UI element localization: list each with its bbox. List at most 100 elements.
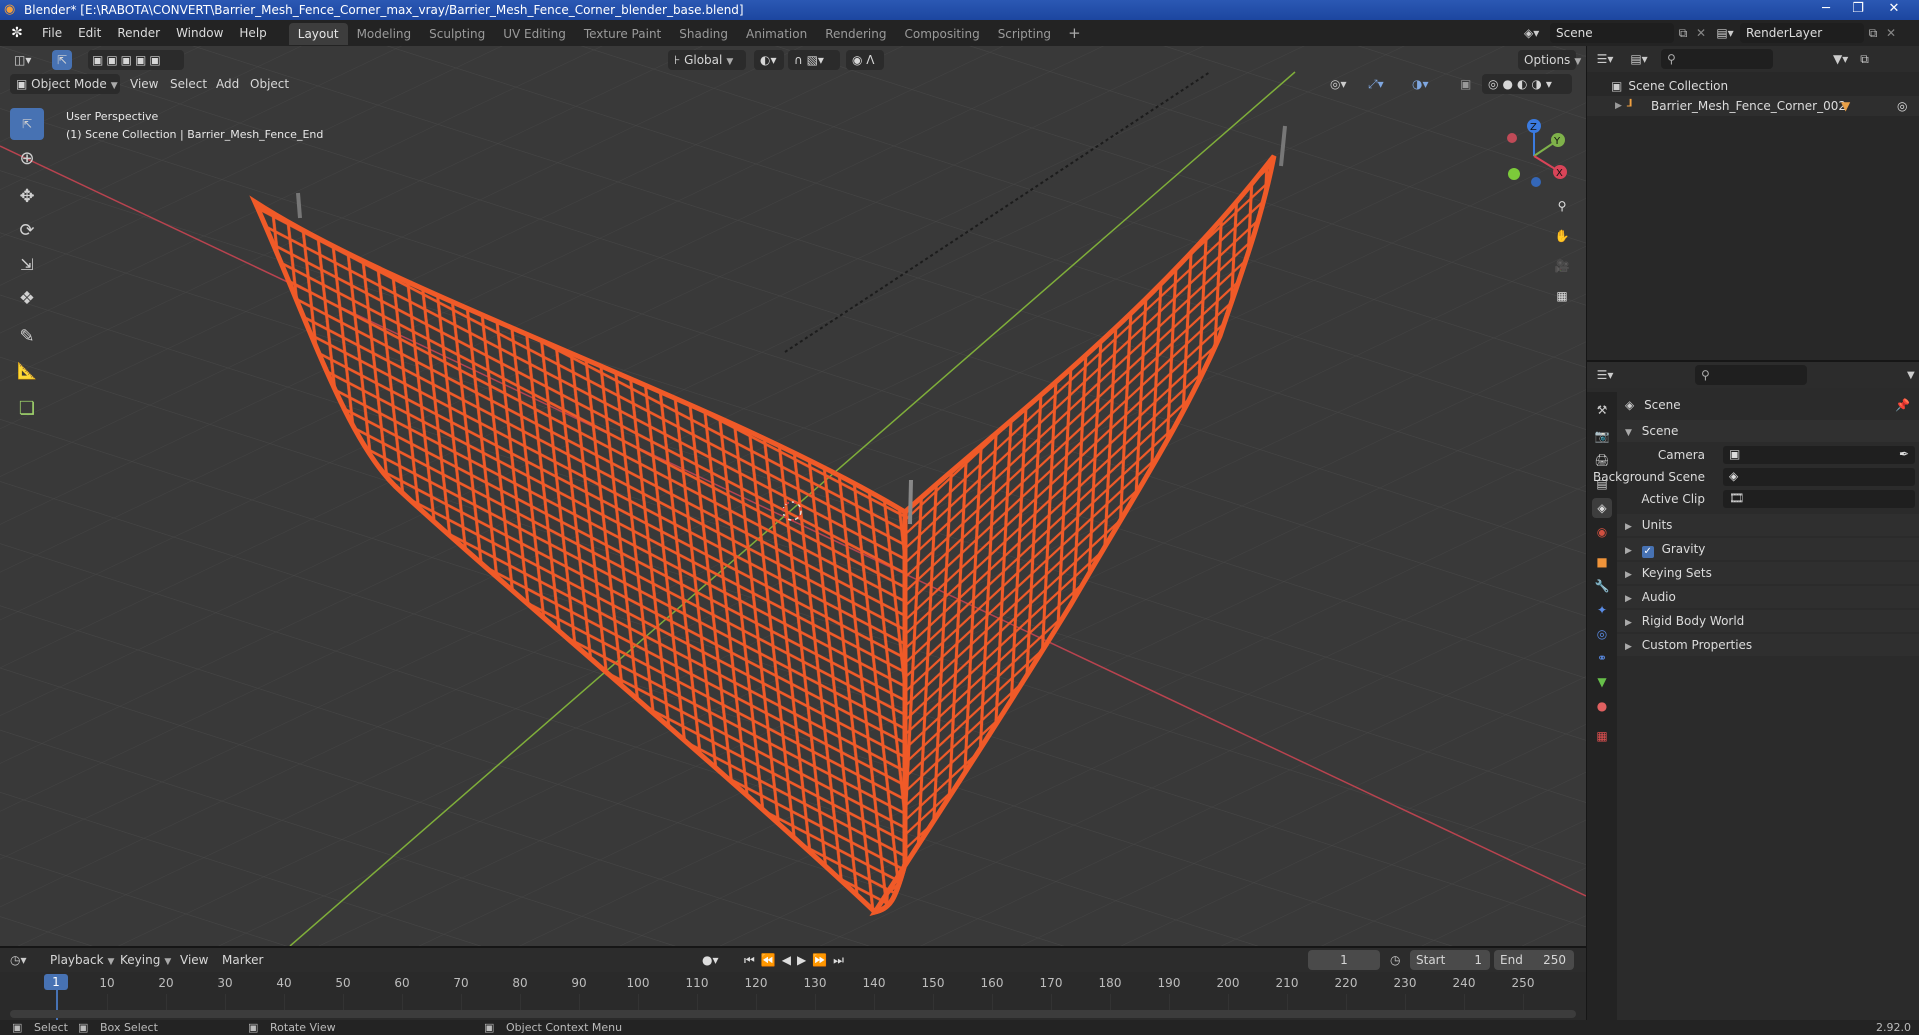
pan-hand-icon[interactable]: ✋ (1548, 222, 1576, 250)
xray-toggle-icon[interactable]: ▣ (1460, 74, 1478, 94)
proportional-edit-icon[interactable]: ◉ Λ (846, 50, 884, 70)
view-layer-browse-icon[interactable]: ▤▾ (1710, 26, 1740, 40)
camera-field[interactable]: ▣ ✒ (1723, 446, 1915, 464)
start-frame-field[interactable]: Start 1 (1410, 950, 1490, 970)
zoom-icon[interactable]: ⚲ (1548, 192, 1576, 220)
scene-selector[interactable]: Scene (1550, 23, 1674, 43)
menu-file[interactable]: File (34, 20, 70, 46)
shading-mode-buttons[interactable]: ◎●◐◑▾ (1482, 74, 1572, 94)
tab-scripting[interactable]: Scripting (989, 23, 1060, 45)
tool-tab-icon[interactable]: ⚒ (1592, 400, 1612, 420)
modifier-tab-icon[interactable]: 🔧 (1592, 576, 1612, 596)
add-cube-tool[interactable]: ❏ (10, 392, 44, 424)
properties-options-icon[interactable]: ▼ (1907, 370, 1915, 381)
clock-icon[interactable]: ◷ (1390, 950, 1400, 970)
delete-scene-icon[interactable]: ✕ (1692, 26, 1710, 40)
current-frame-field[interactable]: 1 (1308, 950, 1380, 970)
3d-viewport[interactable]: ◫▾ ⇱ ▣▣▣▣▣ ⊦ Global ▼ ◐▾ ∩ ▧▾ ◉ Λ Options… (0, 46, 1586, 946)
background-scene-field[interactable]: ◈ (1723, 468, 1915, 486)
material-tab-icon[interactable]: ● (1592, 696, 1612, 716)
menu-add[interactable]: Add (216, 74, 239, 94)
custom-properties-subpanel[interactable]: ▶ Custom Properties (1617, 634, 1919, 656)
properties-editor-icon[interactable]: ☰▾ (1587, 368, 1623, 382)
tab-texture-paint[interactable]: Texture Paint (575, 23, 670, 45)
playback-controls[interactable]: ⏮⏪◀▶⏩⏭ (744, 950, 850, 970)
end-frame-field[interactable]: End 250 (1494, 950, 1574, 970)
new-scene-icon[interactable]: ⧉ (1674, 26, 1692, 41)
properties-search-input[interactable]: ⚲ (1695, 365, 1807, 385)
move-tool[interactable]: ✥ (10, 180, 44, 212)
playhead[interactable]: 1 (44, 974, 68, 990)
scene-browse-icon[interactable]: ◈▾ (1524, 26, 1550, 40)
measure-tool[interactable]: 📐 (10, 354, 44, 386)
gizmo-toggle-icon[interactable]: ⤢▾ (1368, 74, 1404, 94)
annotate-tool[interactable]: ✎ (10, 320, 44, 352)
new-view-layer-icon[interactable]: ⧉ (1864, 26, 1882, 41)
pin-icon[interactable]: 📌 (1895, 394, 1910, 416)
visibility-eye-icon[interactable]: ◎▾ (1330, 74, 1360, 94)
select-tool-icon[interactable]: ⇱ (52, 50, 72, 70)
selection-mode-icons[interactable]: ▣▣▣▣▣ (88, 50, 184, 70)
eyedropper-icon[interactable]: ✒ (1899, 443, 1909, 465)
menu-edit[interactable]: Edit (70, 20, 109, 46)
object-tab-icon[interactable]: ■ (1592, 552, 1612, 572)
menu-keying[interactable]: Keying ▼ (120, 950, 171, 970)
gravity-subpanel[interactable]: ▶ ✓ Gravity (1617, 538, 1919, 560)
outliner-editor-icon[interactable]: ☰▾ (1587, 52, 1623, 66)
data-tab-icon[interactable]: ▼ (1592, 672, 1612, 692)
ortho-grid-icon[interactable]: ▦ (1548, 282, 1576, 310)
menu-view[interactable]: View (130, 74, 158, 94)
overlays-toggle-icon[interactable]: ◑▾ (1412, 74, 1448, 94)
restore-button[interactable]: ❐ (1844, 0, 1872, 20)
select-box-tool[interactable]: ⇱ (10, 108, 44, 140)
transform-orientation-dropdown[interactable]: ⊦ Global ▼ (668, 50, 746, 70)
close-button[interactable]: ✕ (1880, 0, 1908, 20)
tab-animation[interactable]: Animation (737, 23, 816, 45)
scene-collection-row[interactable]: ▣ Scene Collection (1611, 76, 1728, 96)
menu-window[interactable]: Window (168, 20, 231, 46)
display-mode-icon[interactable]: ▤▾ (1623, 52, 1655, 66)
audio-subpanel[interactable]: ▶ Audio (1617, 586, 1919, 608)
editor-type-icon[interactable]: ◫▾ (8, 50, 42, 70)
visibility-eye-icon[interactable]: ◎ (1897, 96, 1907, 116)
cursor-tool[interactable]: ⊕ (10, 142, 44, 174)
tab-rendering[interactable]: Rendering (816, 23, 895, 45)
tab-layout[interactable]: Layout (288, 23, 348, 45)
menu-playback[interactable]: Playback ▼ (50, 950, 114, 970)
viewport-scene[interactable] (0, 46, 1586, 946)
render-tab-icon[interactable]: 📷 (1592, 426, 1612, 446)
record-icon[interactable]: ●▾ (702, 950, 719, 970)
rigid-body-world-subpanel[interactable]: ▶ Rigid Body World (1617, 610, 1919, 632)
tab-compositing[interactable]: Compositing (895, 23, 988, 45)
world-tab-icon[interactable]: ◉ (1592, 522, 1612, 542)
scale-tool[interactable]: ⇲ (10, 248, 44, 280)
scene-panel-header[interactable]: ▼ Scene (1617, 420, 1919, 442)
menu-marker[interactable]: Marker (222, 950, 263, 970)
camera-view-icon[interactable]: 🎥 (1548, 252, 1576, 280)
snap-icon[interactable]: ∩ ▧▾ (788, 50, 840, 70)
minimize-button[interactable]: ─ (1812, 0, 1840, 20)
menu-render[interactable]: Render (109, 20, 168, 46)
timeline-scrollbar[interactable] (10, 1010, 1576, 1018)
menu-help[interactable]: Help (231, 20, 274, 46)
add-workspace-button[interactable]: + (1060, 20, 1089, 46)
object-mode-dropdown[interactable]: ▣ Object Mode ▼ (10, 74, 120, 94)
tab-shading[interactable]: Shading (670, 23, 737, 45)
active-clip-field[interactable]: 🎞 (1723, 490, 1915, 508)
new-collection-icon[interactable]: ⧉ (1860, 52, 1869, 67)
menu-object[interactable]: Object (250, 74, 289, 94)
particles-tab-icon[interactable]: ✦ (1592, 600, 1612, 620)
constraints-tab-icon[interactable]: ⚭ (1592, 648, 1612, 668)
options-dropdown[interactable]: Options ▼ (1518, 50, 1581, 70)
tab-uv-editing[interactable]: UV Editing (494, 23, 575, 45)
tab-sculpting[interactable]: Sculpting (420, 23, 494, 45)
keying-sets-subpanel[interactable]: ▶ Keying Sets (1617, 562, 1919, 584)
transform-tool[interactable]: ❖ (10, 282, 44, 314)
physics-tab-icon[interactable]: ◎ (1592, 624, 1612, 644)
rotate-tool[interactable]: ⟳ (10, 214, 44, 246)
menu-select[interactable]: Select (170, 74, 207, 94)
gravity-checkbox[interactable]: ✓ (1641, 546, 1654, 558)
pivot-point-icon[interactable]: ◐▾ (754, 50, 784, 70)
units-subpanel[interactable]: ▶ Units (1617, 514, 1919, 536)
tab-modeling[interactable]: Modeling (348, 23, 421, 45)
